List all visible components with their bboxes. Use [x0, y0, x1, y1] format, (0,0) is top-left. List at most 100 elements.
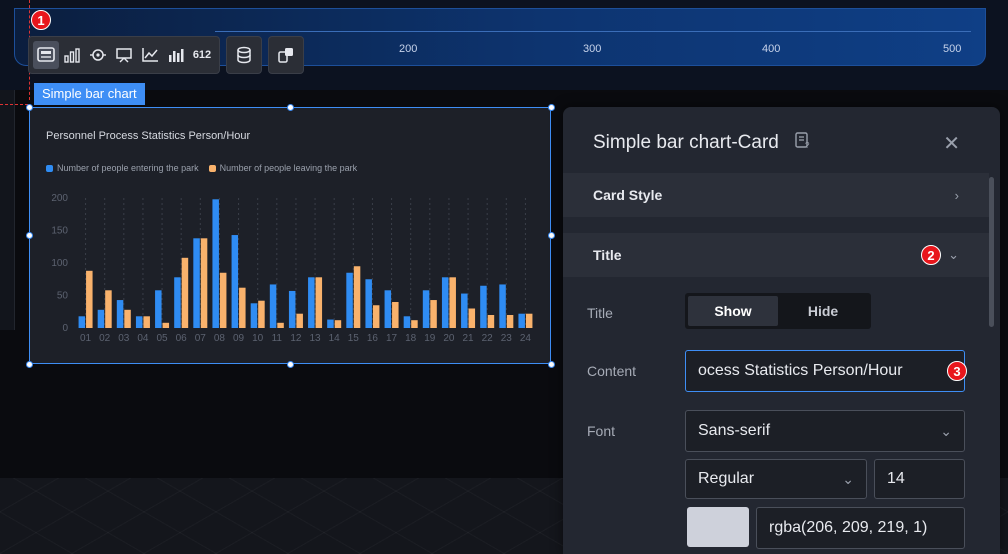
chart-type-group: 612	[28, 36, 220, 74]
close-icon[interactable]: ✕	[943, 131, 960, 156]
data-source-group	[226, 36, 262, 74]
x-tick-label: 15	[348, 333, 360, 344]
chevron-down-icon: ⌄	[842, 470, 854, 487]
y-tick-label: 150	[51, 226, 68, 237]
ruler-tick: 300	[583, 43, 602, 55]
svg-text:?: ?	[805, 141, 810, 149]
resize-handle[interactable]	[548, 232, 555, 239]
bar-leaving	[430, 300, 437, 328]
bar-entering	[269, 284, 277, 328]
chart-name-tag[interactable]: Simple bar chart	[34, 83, 145, 105]
pie-chart-icon[interactable]	[111, 41, 137, 69]
bar-entering	[250, 303, 258, 328]
resize-handle[interactable]	[26, 232, 33, 239]
resize-handle[interactable]	[26, 361, 33, 368]
bar-leaving	[277, 322, 284, 328]
x-tick-label: 16	[367, 333, 379, 344]
x-tick-label: 02	[99, 333, 111, 344]
font-weight-select[interactable]: Regular ⌄	[685, 459, 867, 499]
bar-entering	[518, 313, 525, 328]
radar-chart-icon[interactable]	[85, 41, 111, 69]
x-tick-label: 06	[176, 333, 188, 344]
font-size-value: 14	[887, 470, 905, 487]
x-tick-label: 18	[405, 333, 417, 344]
bar-leaving	[487, 315, 495, 328]
x-tick-label: 09	[233, 333, 245, 344]
resize-handle[interactable]	[26, 104, 33, 111]
bar-entering	[97, 309, 105, 328]
bar-leaving	[86, 270, 93, 328]
bar-leaving	[334, 320, 342, 328]
bar-leaving	[468, 308, 476, 328]
bar-leaving	[162, 322, 170, 328]
font-color-input[interactable]: rgba(206, 209, 219, 1)	[756, 507, 965, 549]
chart-card[interactable]: Personnel Process Statistics Person/Hour…	[29, 107, 551, 364]
font-label: Font	[587, 423, 616, 439]
x-tick-label: 05	[157, 333, 169, 344]
show-option[interactable]: Show	[688, 296, 778, 326]
section-label: Title	[593, 247, 622, 263]
bar-leaving	[105, 290, 112, 328]
bar-chart-plot: 0 50 100 150 200 01 02 03 04 05 06 07 08 09 10 11 12 13 14…	[51, 193, 533, 344]
resize-handle[interactable]	[287, 361, 294, 368]
content-label: Content	[587, 363, 637, 379]
bar-entering	[174, 277, 181, 328]
x-tick-label: 11	[272, 333, 283, 344]
y-tick-label: 200	[51, 193, 68, 204]
bar-leaving	[200, 238, 208, 328]
resize-handle[interactable]	[548, 361, 555, 368]
x-tick-label: 08	[214, 333, 226, 344]
x-tick-label: 10	[252, 333, 264, 344]
font-size-input[interactable]: 14	[874, 459, 965, 499]
panel-scrollbar[interactable]	[989, 177, 994, 327]
panel-title: Simple bar chart-Card	[593, 132, 779, 153]
section-card-style[interactable]: Card Style ›	[563, 173, 989, 217]
font-family-select[interactable]: Sans-serif ⌄	[685, 410, 965, 452]
guide-line-horizontal	[0, 104, 28, 105]
line-chart-icon[interactable]	[137, 41, 163, 69]
chevron-right-icon: ›	[954, 187, 959, 203]
database-icon[interactable]	[231, 41, 257, 69]
number-card-icon[interactable]: 612	[189, 41, 215, 69]
column-chart-icon[interactable]	[163, 41, 189, 69]
bar-entering	[155, 290, 162, 328]
component-icon[interactable]	[273, 41, 299, 69]
y-tick-label: 100	[51, 258, 68, 269]
font-color-swatch[interactable]	[687, 507, 749, 547]
x-tick-label: 01	[80, 333, 92, 344]
x-tick-label: 04	[137, 333, 149, 344]
bar-leaving	[315, 277, 323, 328]
help-doc-icon[interactable]: ?	[793, 131, 811, 155]
font-color-value: rgba(206, 209, 219, 1)	[769, 519, 928, 536]
x-tick-label: 21	[463, 333, 475, 344]
bar-leaving	[525, 313, 533, 328]
bar-leaving	[181, 257, 189, 328]
title-content-value: ocess Statistics Person/Hour	[698, 362, 903, 379]
x-tick-label: 22	[482, 333, 494, 344]
bar-entering	[422, 290, 430, 328]
bar-entering	[116, 300, 124, 328]
bar-leaving	[296, 313, 303, 328]
number-card-label: 612	[192, 49, 212, 61]
hide-option[interactable]: Hide	[778, 296, 868, 326]
resize-handle[interactable]	[287, 104, 294, 111]
bar-entering	[212, 199, 219, 328]
section-label: Card Style	[593, 187, 663, 203]
font-weight-value: Regular	[698, 470, 755, 487]
left-edge-panel	[0, 90, 15, 330]
bar-entering	[193, 238, 200, 328]
step-badge-2: 2	[921, 245, 941, 265]
bar-leaving	[143, 316, 150, 328]
chevron-down-icon: ⌄	[948, 247, 959, 262]
bar-entering	[499, 284, 506, 328]
x-tick-label: 17	[386, 333, 398, 344]
bar-chart-icon[interactable]	[59, 41, 85, 69]
image-card-icon[interactable]	[33, 41, 59, 69]
resize-handle[interactable]	[548, 104, 555, 111]
bar-entering	[441, 277, 449, 328]
ruler-line	[215, 31, 971, 32]
x-tick-label: 20	[443, 333, 455, 344]
bar-leaving	[372, 305, 380, 328]
panel-header: Simple bar chart-Card ?	[593, 131, 811, 155]
title-content-input[interactable]: ocess Statistics Person/Hour	[685, 350, 965, 392]
